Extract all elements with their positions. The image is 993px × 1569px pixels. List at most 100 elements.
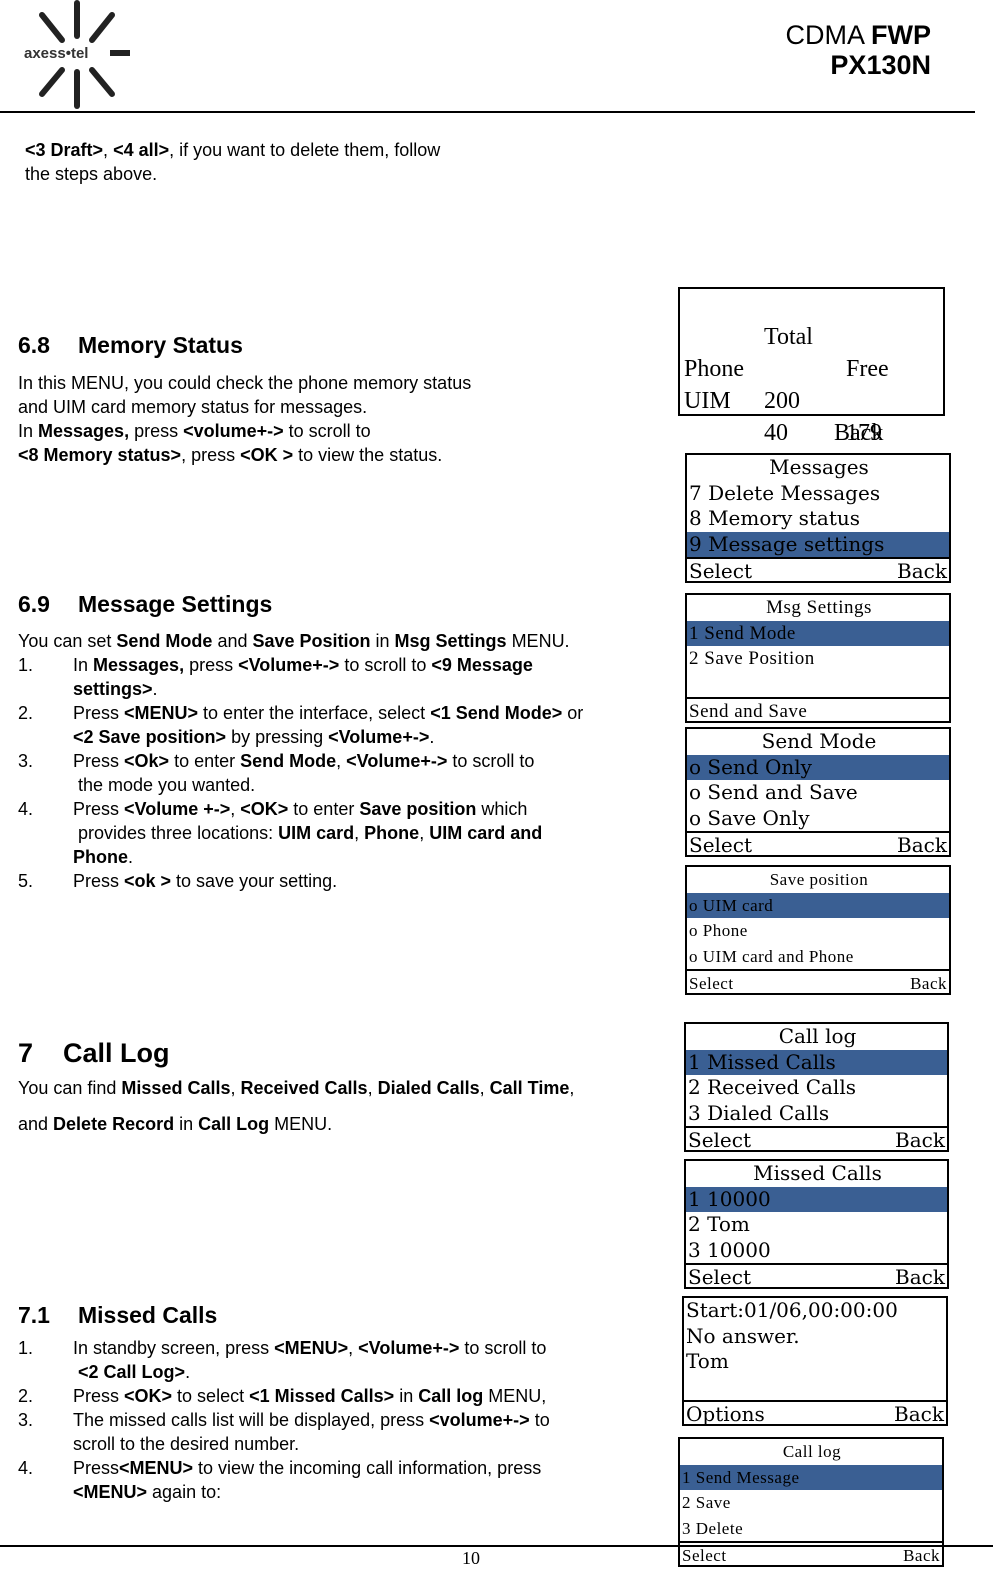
softkey-left: Select <box>688 1128 752 1152</box>
menu-item: o Save Only <box>689 805 810 830</box>
softkey-bar: Select Back <box>686 1263 947 1291</box>
step-line: 1. In standby screen, press <MENU>, <Volu… <box>18 1338 547 1358</box>
step-line: 4. Press <Volume +->, <OK> to enter Save … <box>18 799 528 819</box>
current-setting: Send and Save <box>687 697 949 725</box>
step-line: 2. Press <OK> to select <1 Missed Calls> … <box>18 1386 547 1406</box>
softkey-left: Select <box>689 974 734 993</box>
menu-item: 7 Delete Messages <box>689 480 881 505</box>
section-6-9-heading: 6.9 Message Settings <box>18 591 273 617</box>
axesstel-logo: axess•tel <box>24 0 130 109</box>
menu-item: 1 Missed Calls <box>686 1049 947 1075</box>
step-line: 2. Press <MENU> to enter the interface, s… <box>18 703 584 723</box>
step-line: <2 Save position> by pressing <Volume+->… <box>73 727 435 747</box>
softkey-bar: Options Back <box>684 1400 946 1428</box>
softkey-left: Select <box>689 833 753 857</box>
page-number: 10 <box>462 1548 480 1568</box>
screen-title: Call log <box>782 1442 842 1461</box>
info-line <box>684 1375 946 1401</box>
step-line: <2 Call Log>. <box>78 1362 191 1382</box>
step-line: Phone. <box>73 847 134 867</box>
step-line: <MENU> again to: <box>73 1482 222 1502</box>
step-line: settings>. <box>73 679 158 699</box>
section-6-9-body: You can set Send Mode and Save Position … <box>18 629 678 893</box>
save-position-screen: Save position o UIM card o Phone o UIM card… <box>685 865 951 995</box>
softkey-bar: Select Back <box>687 969 949 997</box>
menu-item: o Send Only <box>687 754 949 780</box>
softkey-bar: Select Back <box>687 831 949 859</box>
softkey-right: Back <box>895 1128 945 1152</box>
softkey-right: Back <box>894 1402 944 1426</box>
menu-item: 1 10000 <box>686 1186 947 1212</box>
intro-paragraph: <3 Draft>, <4 all>, if you want to delet… <box>25 140 441 184</box>
msg-settings-screen: Msg Settings 1 Send Mode 2 Save Position Se… <box>685 593 951 723</box>
memory-row-phone: Phone 200 179 <box>684 356 882 446</box>
menu-item: 2 Save Position <box>689 648 815 669</box>
messages-menu-screen: Messages 7 Delete Messages 8 Memory status… <box>685 453 951 583</box>
softkey-bar: Select Back <box>687 557 949 585</box>
screen-title: Missed Calls <box>753 1161 882 1185</box>
step-line: 4. Press<MENU> to view the incoming call … <box>18 1458 542 1478</box>
menu-item: o UIM card <box>687 892 949 918</box>
menu-item: 1 Send Message <box>680 1464 942 1490</box>
memory-status-screen: Total Free Phone 200 179 UIM 40 27 Back <box>678 287 945 478</box>
step-line: 1. In Messages, press <Volume+-> to scrol… <box>18 655 533 675</box>
softkey-right: Back <box>897 559 947 583</box>
svg-text:axess•tel: axess•tel <box>24 45 88 62</box>
menu-item: o UIM card and Phone <box>689 946 854 966</box>
menu-item: 8 Memory status <box>689 506 861 530</box>
step-line: 5. Press <ok > to save your setting. <box>18 871 338 891</box>
step-line: scroll to the desired number. <box>73 1434 300 1454</box>
call-detail-screen: Start:01/06,00:00:00 No answer. Tom Options… <box>682 1296 948 1426</box>
screen-title: Call log <box>778 1024 857 1048</box>
send-mode-screen: Send Mode o Send Only o Send and Save o Sav… <box>685 727 951 857</box>
memory-row-uim: UIM 40 27 <box>684 388 870 478</box>
menu-item <box>687 672 949 698</box>
menu-item: o Phone <box>689 921 748 940</box>
call-log-screen: Call log 1 Missed Calls 2 Received Calls 3 … <box>684 1022 949 1152</box>
section-7-1-body: 1. In standby screen, press <MENU>, <Volu… <box>18 1336 668 1504</box>
model-name: PX130N <box>830 50 931 80</box>
menu-item: 1 Send Mode <box>687 620 949 646</box>
header-divider <box>0 111 975 113</box>
softkey-bar: Select Back <box>686 1126 947 1154</box>
info-line: Start:01/06,00:00:00 <box>686 1298 898 1322</box>
memory-back-softkey: Back <box>834 420 884 446</box>
softkey-left: Options <box>686 1402 765 1426</box>
missed-calls-screen: Missed Calls 1 10000 2 Tom 3 10000 Select Bac… <box>684 1159 949 1289</box>
step-line: 3. Press <Ok> to enter Send Mode, <Volume… <box>18 751 535 771</box>
document-header-title: CDMA FWP PX130N <box>785 20 931 80</box>
section-7-heading: 7 Call Log <box>18 1038 170 1068</box>
screen-title: Messages <box>769 455 869 479</box>
screen-title: Send Mode <box>761 729 877 753</box>
menu-item: 2 Tom <box>688 1212 750 1236</box>
softkey-right: Back <box>910 974 947 993</box>
body-line: In Messages, press <volume+-> to scroll … <box>18 421 371 441</box>
body-line: <8 Memory status>, press <OK > to view t… <box>18 445 443 465</box>
footer-divider <box>0 1545 993 1547</box>
softkey-left: Select <box>688 1265 752 1289</box>
menu-item: o Send and Save <box>689 780 858 804</box>
body-line: and UIM card memory status for messages. <box>18 397 368 417</box>
screen-title: Msg Settings <box>766 597 872 618</box>
menu-item: 3 Delete <box>682 1518 744 1538</box>
menu-item: 9 Message settings <box>687 531 949 557</box>
section-7-body: You can find Missed Calls, Received Call… <box>18 1076 574 1136</box>
info-line: Tom <box>686 1349 729 1373</box>
menu-item: 3 10000 <box>688 1237 771 1262</box>
menu-item: 3 Dialed Calls <box>688 1100 830 1125</box>
step-line: provides three locations: UIM card, Phon… <box>73 823 543 843</box>
section-6-8-heading: 6.8 Memory Status <box>18 332 243 358</box>
softkey-right: Back <box>897 833 947 857</box>
memory-header-row: Total Free <box>764 324 889 382</box>
softkey-left: Select <box>689 559 753 583</box>
screen-title: Save position <box>769 870 869 889</box>
body-line: You can find Missed Calls, Received Call… <box>18 1078 575 1098</box>
section-6-8-body: In this MENU, you could check the phone … <box>18 371 471 467</box>
body-line: In this MENU, you could check the phone … <box>18 373 472 393</box>
menu-item: 2 Received Calls <box>688 1075 856 1099</box>
menu-item: 2 Save <box>682 1493 731 1512</box>
softkey-right: Back <box>895 1265 945 1289</box>
info-line: No answer. <box>686 1323 800 1348</box>
step-line: the mode you wanted. <box>73 775 256 795</box>
step-line: 3. The missed calls list will be displaye… <box>18 1410 550 1430</box>
